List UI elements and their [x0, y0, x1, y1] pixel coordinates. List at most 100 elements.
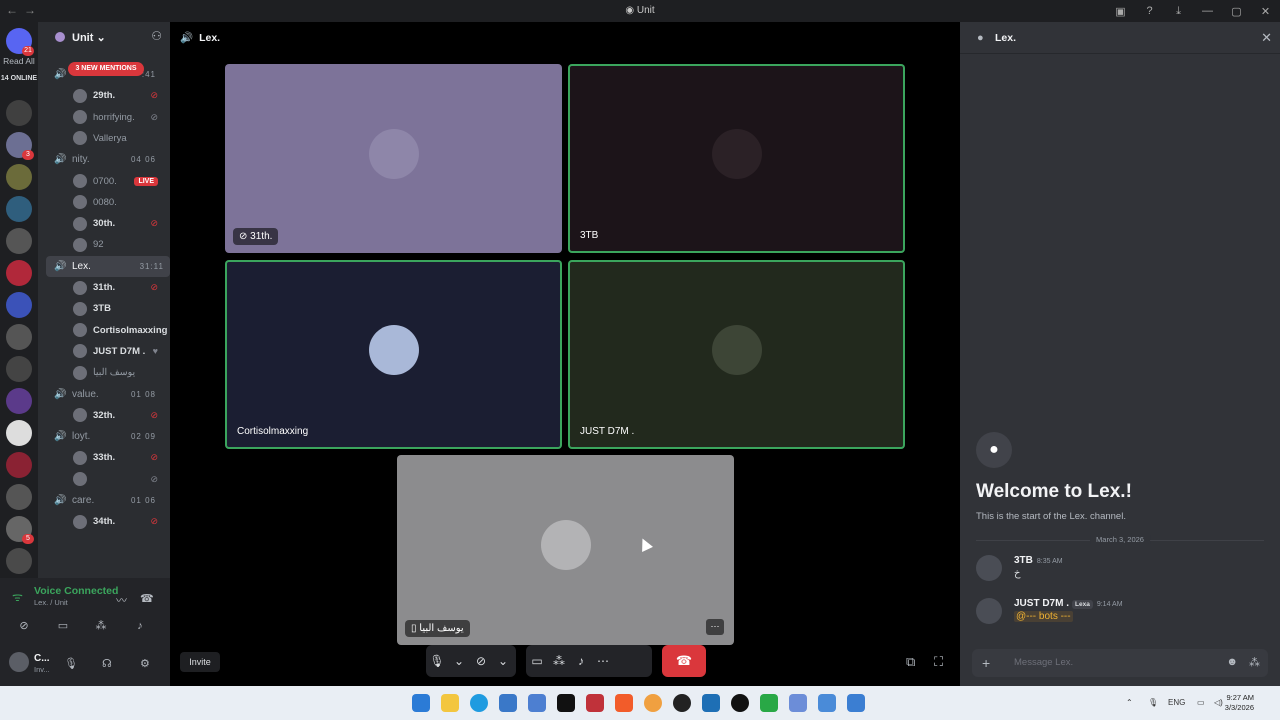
- vscode-icon[interactable]: [789, 694, 807, 712]
- voice-user[interactable]: 30th. ⊘: [38, 213, 170, 234]
- voice-user[interactable]: يوسف البيا: [38, 362, 170, 383]
- participant-tile[interactable]: 3TB: [568, 64, 905, 253]
- call-more-icon[interactable]: ⋯: [592, 654, 614, 668]
- server-icon-15[interactable]: [6, 548, 32, 574]
- tray-chevron-icon[interactable]: ⌃: [1126, 698, 1133, 707]
- discord-home-icon[interactable]: 21: [6, 28, 34, 56]
- screen-share-button[interactable]: ▭: [47, 615, 79, 637]
- app-icon-7[interactable]: [586, 694, 604, 712]
- soundboard-button[interactable]: ♪: [124, 615, 156, 637]
- voice-status[interactable]: Voice Connected: [34, 585, 118, 597]
- volume-icon[interactable]: ◁): [1214, 698, 1223, 707]
- attach-plus-icon[interactable]: +: [982, 655, 990, 671]
- message-composer[interactable]: + Message Lex. ☻ ⁂: [972, 649, 1268, 677]
- voice-user[interactable]: Cortisolmaxxing: [38, 320, 170, 341]
- call-mic-icon[interactable]: 🎙: [426, 654, 448, 668]
- participant-tile[interactable]: JUST D7M .: [568, 260, 905, 449]
- minimize-button[interactable]: —: [1193, 5, 1222, 17]
- edge-icon[interactable]: [470, 694, 488, 712]
- noise-suppression-icon[interactable]: 〰: [116, 592, 127, 608]
- voice-user[interactable]: 0080.: [38, 192, 170, 213]
- message-input[interactable]: Message Lex.: [1014, 657, 1073, 668]
- tray-mic-icon[interactable]: 🎙: [1148, 698, 1158, 707]
- voice-user[interactable]: 3TB: [38, 298, 170, 319]
- activity-button[interactable]: ⁂: [85, 615, 117, 637]
- new-mentions-pill[interactable]: 3 NEW MENTIONS: [68, 62, 144, 76]
- message-avatar[interactable]: [976, 555, 1002, 581]
- download-icon[interactable]: ⤓: [1164, 5, 1193, 18]
- camera-off-button[interactable]: ⊘: [8, 615, 40, 637]
- app-icon-9[interactable]: [644, 694, 662, 712]
- server-icon-ocean[interactable]: [6, 196, 32, 222]
- file-explorer-icon[interactable]: [441, 694, 459, 712]
- app-icon-16[interactable]: [847, 694, 865, 712]
- language-indicator[interactable]: ENG: [1168, 698, 1185, 707]
- server-icon-14[interactable]: 5: [6, 516, 34, 544]
- voice-user[interactable]: 32th. ⊘: [38, 405, 170, 426]
- disconnect-icon[interactable]: ☎: [140, 592, 154, 605]
- emoji-icon[interactable]: ☻: [1226, 656, 1238, 668]
- call-screen-share-icon[interactable]: ▭: [526, 654, 548, 668]
- apps-icon[interactable]: ⁂: [1249, 656, 1260, 669]
- system-clock[interactable]: 9:27 AM 3/3/2026: [1225, 693, 1254, 713]
- voice-user[interactable]: Vallerya: [38, 128, 170, 149]
- maximize-button[interactable]: ▢: [1222, 5, 1251, 18]
- server-icon-5[interactable]: [6, 228, 32, 254]
- xbox-icon[interactable]: [760, 694, 778, 712]
- terminal-icon[interactable]: [557, 694, 575, 712]
- mic-chevron-icon[interactable]: ⌄: [448, 654, 470, 668]
- start-icon[interactable]: [412, 694, 430, 712]
- voice-channel[interactable]: 🔊 value. 01 08: [38, 384, 170, 405]
- app-icon-15[interactable]: [818, 694, 836, 712]
- call-actions-group[interactable]: ▭ ⁂ ♪ ⋯: [526, 645, 652, 677]
- store-icon[interactable]: [499, 694, 517, 712]
- app-icon-5[interactable]: [528, 694, 546, 712]
- user-avatar[interactable]: [9, 652, 29, 672]
- brave-icon[interactable]: [615, 694, 633, 712]
- server-icon-3[interactable]: [6, 164, 32, 190]
- guild-header[interactable]: Unit ⌄ ⚇: [38, 22, 170, 52]
- voice-user[interactable]: JUST D7M . ♥: [38, 341, 170, 362]
- camera-chevron-icon[interactable]: ⌄: [492, 654, 514, 668]
- microphone-icon[interactable]: 🎙: [64, 657, 78, 670]
- guild-name[interactable]: Unit ⌄: [72, 31, 106, 44]
- server-icon-8[interactable]: [6, 324, 32, 350]
- inbox-icon[interactable]: ▣: [1106, 5, 1135, 18]
- voice-user[interactable]: 31th. ⊘: [38, 277, 170, 298]
- server-icon-13[interactable]: [6, 484, 32, 510]
- close-icon[interactable]: ✕: [1261, 30, 1272, 46]
- hang-up-button[interactable]: ☎: [662, 645, 706, 677]
- voice-user[interactable]: 92: [38, 234, 170, 255]
- voice-user[interactable]: 33th. ⊘: [38, 447, 170, 468]
- tile-more-icon[interactable]: ⋯: [706, 619, 724, 635]
- voice-location[interactable]: Lex. / Unit: [34, 598, 68, 607]
- fullscreen-icon[interactable]: ⛶: [934, 654, 943, 670]
- invite-button[interactable]: Invite: [180, 652, 220, 672]
- app-icon-10[interactable]: [673, 694, 691, 712]
- server-icon-6[interactable]: [6, 260, 32, 286]
- participant-tile[interactable]: ▯ يوسف البيا ⋯: [397, 455, 734, 645]
- mic-toggle-group[interactable]: 🎙 ⌄ ⊘ ⌄: [426, 645, 516, 677]
- voice-user[interactable]: 29th. ⊘: [38, 85, 170, 106]
- network-icon[interactable]: ▭: [1197, 698, 1205, 707]
- voice-user[interactable]: 0700. LIVE: [38, 171, 170, 192]
- signal-icon[interactable]: ᯤ: [12, 588, 23, 605]
- close-button[interactable]: ✕: [1251, 5, 1280, 18]
- server-icon-11[interactable]: [6, 420, 32, 446]
- call-soundboard-icon[interactable]: ♪: [570, 654, 592, 668]
- user-name[interactable]: C...: [34, 653, 50, 664]
- server-icon-9[interactable]: [6, 356, 32, 382]
- app-icon-12[interactable]: [731, 694, 749, 712]
- participant-tile[interactable]: Cortisolmaxxing: [225, 260, 562, 449]
- voice-channel[interactable]: 🔊 care. 01 06: [38, 490, 170, 511]
- message-author[interactable]: 3TB: [1014, 555, 1033, 566]
- read-all-button[interactable]: Read All: [0, 56, 38, 66]
- call-camera-off-icon[interactable]: ⊘: [470, 654, 492, 668]
- message-author[interactable]: JUST D7M .: [1014, 598, 1069, 609]
- popout-icon[interactable]: ⧉: [906, 654, 915, 670]
- voice-user[interactable]: horrifying. ⊘: [38, 107, 170, 128]
- voice-channel[interactable]: 🔊 Lex. 31:11: [46, 255, 170, 277]
- message-avatar[interactable]: [976, 598, 1002, 624]
- server-icon-unit[interactable]: 3: [6, 132, 34, 160]
- voice-user[interactable]: ⊘: [38, 469, 170, 490]
